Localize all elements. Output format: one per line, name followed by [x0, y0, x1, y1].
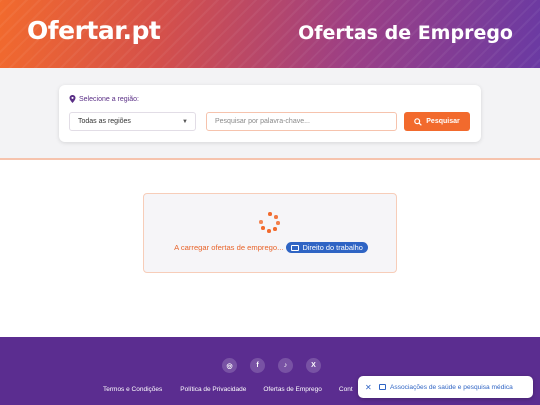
footer-links: Termos e Condições Política de Privacida…	[103, 386, 353, 393]
region-label: Selecione a região:	[69, 95, 139, 103]
region-select-value: Todas as regiões	[78, 118, 131, 125]
loading-row: A carregar ofertas de emprego... Direito…	[144, 242, 398, 253]
x-icon[interactable]: X	[306, 358, 321, 373]
site-logo[interactable]: Ofertar.pt	[27, 16, 161, 45]
close-icon[interactable]: ✕	[365, 383, 375, 392]
social-links: ◎ f ♪ X	[222, 358, 321, 373]
search-button[interactable]: Pesquisar	[404, 112, 470, 131]
chevron-down-icon: ▼	[182, 119, 188, 125]
page-title: Ofertas de Emprego	[298, 22, 513, 44]
instagram-icon[interactable]: ◎	[222, 358, 237, 373]
footer-link-contact[interactable]: Cont	[339, 386, 353, 393]
search-icon	[414, 117, 423, 126]
keyword-placeholder: Pesquisar por palavra-chave...	[215, 118, 310, 125]
notification-toast[interactable]: ✕ Associações de saúde e pesquisa médica	[358, 376, 533, 398]
search-card: Selecione a região: Todas as regiões ▼ P…	[59, 85, 481, 142]
region-label-text: Selecione a região:	[79, 95, 139, 103]
search-button-label: Pesquisar	[426, 118, 460, 125]
loading-card: A carregar ofertas de emprego... Direito…	[143, 193, 397, 273]
footer-link-privacy[interactable]: Política de Privacidade	[180, 386, 246, 393]
map-pin-icon	[69, 95, 76, 103]
loading-spinner-icon	[259, 212, 281, 234]
search-section: Selecione a região: Todas as regiões ▼ P…	[0, 68, 540, 160]
newspaper-icon	[291, 244, 300, 251]
site-header: Ofertar.pt Ofertas de Emprego	[0, 0, 540, 68]
tiktok-icon[interactable]: ♪	[278, 358, 293, 373]
region-select[interactable]: Todas as regiões ▼	[69, 112, 196, 131]
facebook-icon[interactable]: f	[250, 358, 265, 373]
loading-text: A carregar ofertas de emprego...	[174, 243, 284, 252]
footer-link-terms[interactable]: Termos e Condições	[103, 386, 162, 393]
category-tag-label: Direito do trabalho	[302, 243, 363, 252]
newspaper-icon	[379, 384, 386, 390]
keyword-search-input[interactable]: Pesquisar por palavra-chave...	[206, 112, 397, 131]
toast-text: Associações de saúde e pesquisa médica	[390, 383, 513, 391]
category-tag[interactable]: Direito do trabalho	[286, 242, 368, 253]
footer-link-jobs[interactable]: Ofertas de Emprego	[263, 386, 322, 393]
